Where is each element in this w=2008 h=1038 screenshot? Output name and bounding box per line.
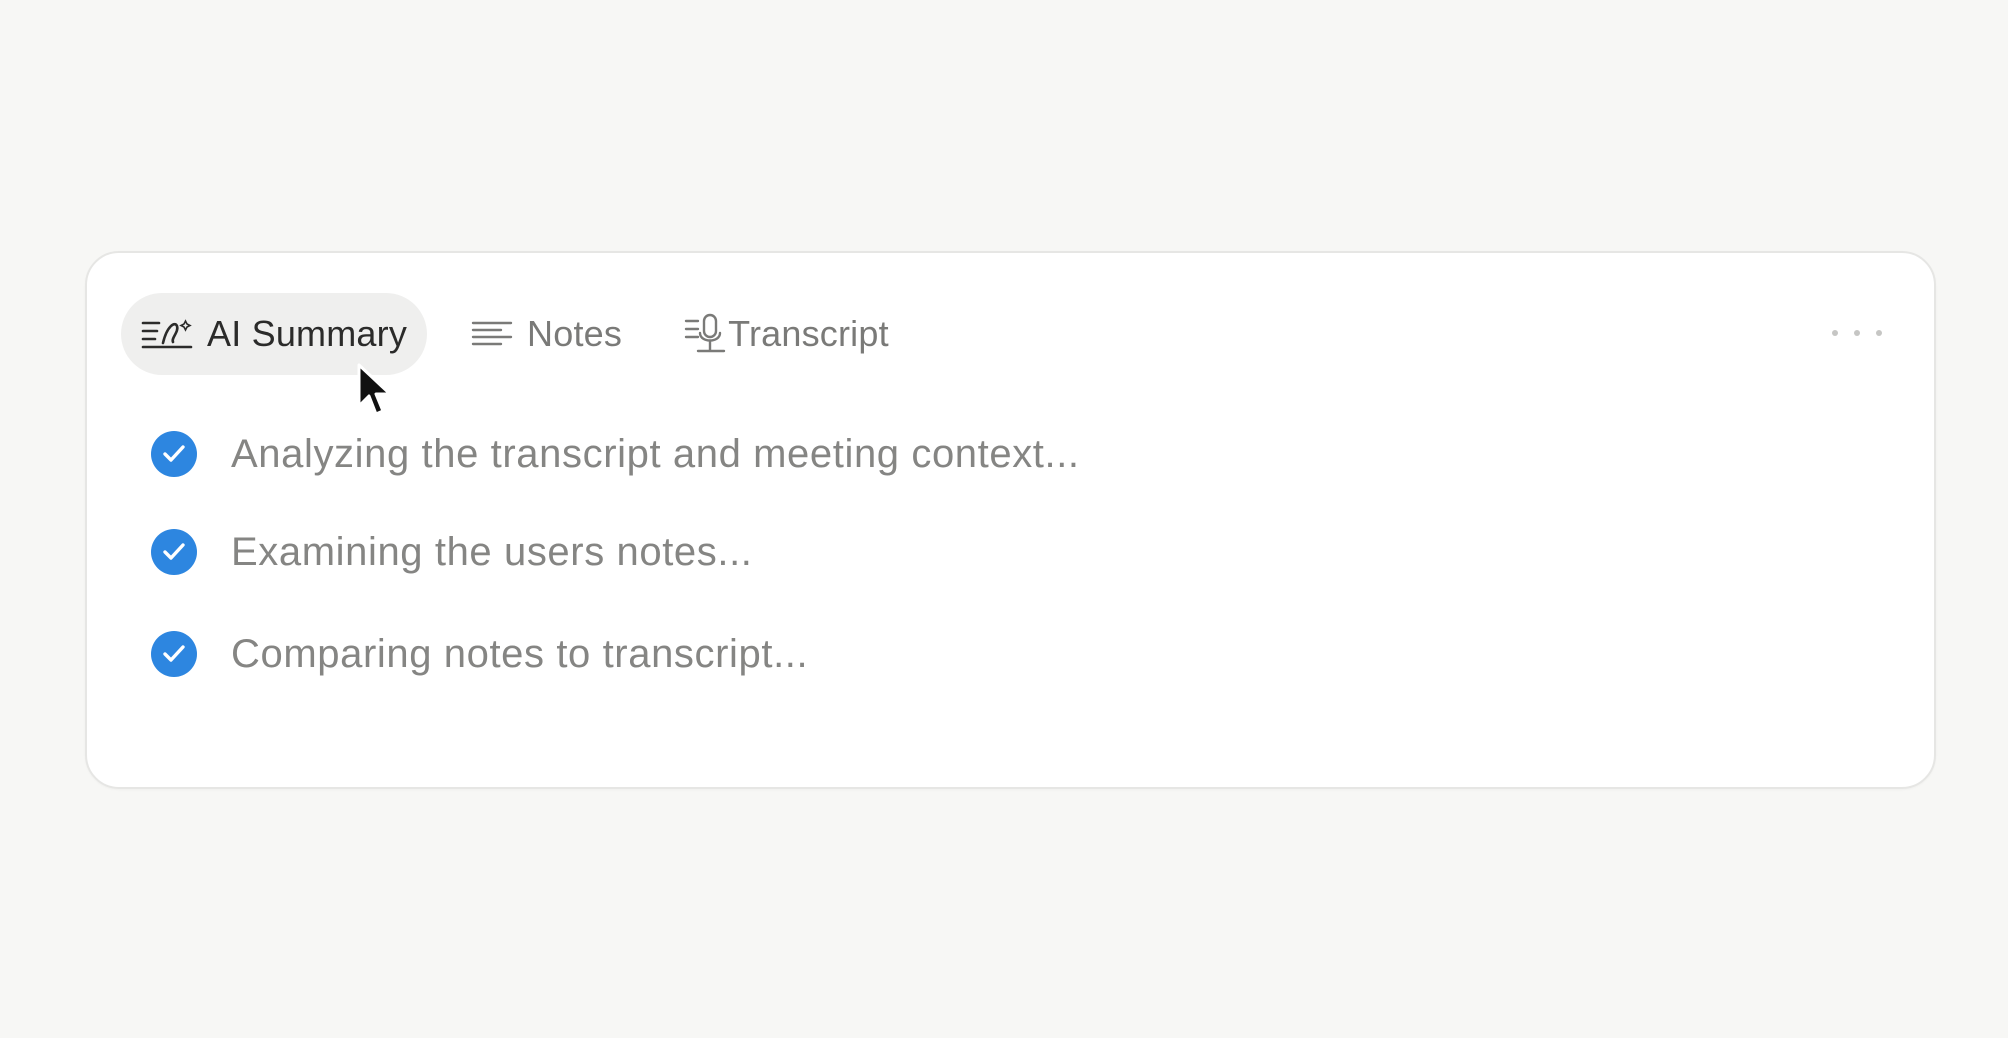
progress-step: Analyzing the transcript and meeting con… — [151, 431, 1080, 477]
progress-step-text: Examining the users notes... — [231, 529, 753, 574]
summary-card: AI Summary Notes Transcript Analyzing th… — [85, 251, 1936, 789]
more-horizontal-icon — [1832, 330, 1838, 336]
check-circle-icon — [151, 431, 197, 477]
tab-ai-summary-label: AI Summary — [207, 313, 408, 354]
progress-step-text: Analyzing the transcript and meeting con… — [231, 431, 1080, 476]
transcript-mic-icon — [684, 313, 728, 355]
progress-step: Comparing notes to transcript... — [151, 631, 808, 677]
check-circle-icon — [151, 529, 197, 575]
view-tabs: AI Summary Notes Transcript — [121, 293, 889, 375]
tab-transcript-label: Transcript — [728, 313, 889, 354]
more-options-button[interactable] — [1832, 313, 1882, 353]
tab-notes[interactable]: Notes — [471, 293, 622, 375]
tab-notes-label: Notes — [527, 313, 623, 354]
progress-step-text: Comparing notes to transcript... — [231, 631, 809, 676]
tab-transcript[interactable]: Transcript — [684, 293, 889, 375]
notes-lines-icon — [471, 318, 513, 350]
progress-step: Examining the users notes... — [151, 529, 753, 575]
ai-summary-icon — [141, 316, 193, 352]
mouse-pointer-icon — [356, 362, 394, 425]
check-circle-icon — [151, 631, 197, 677]
